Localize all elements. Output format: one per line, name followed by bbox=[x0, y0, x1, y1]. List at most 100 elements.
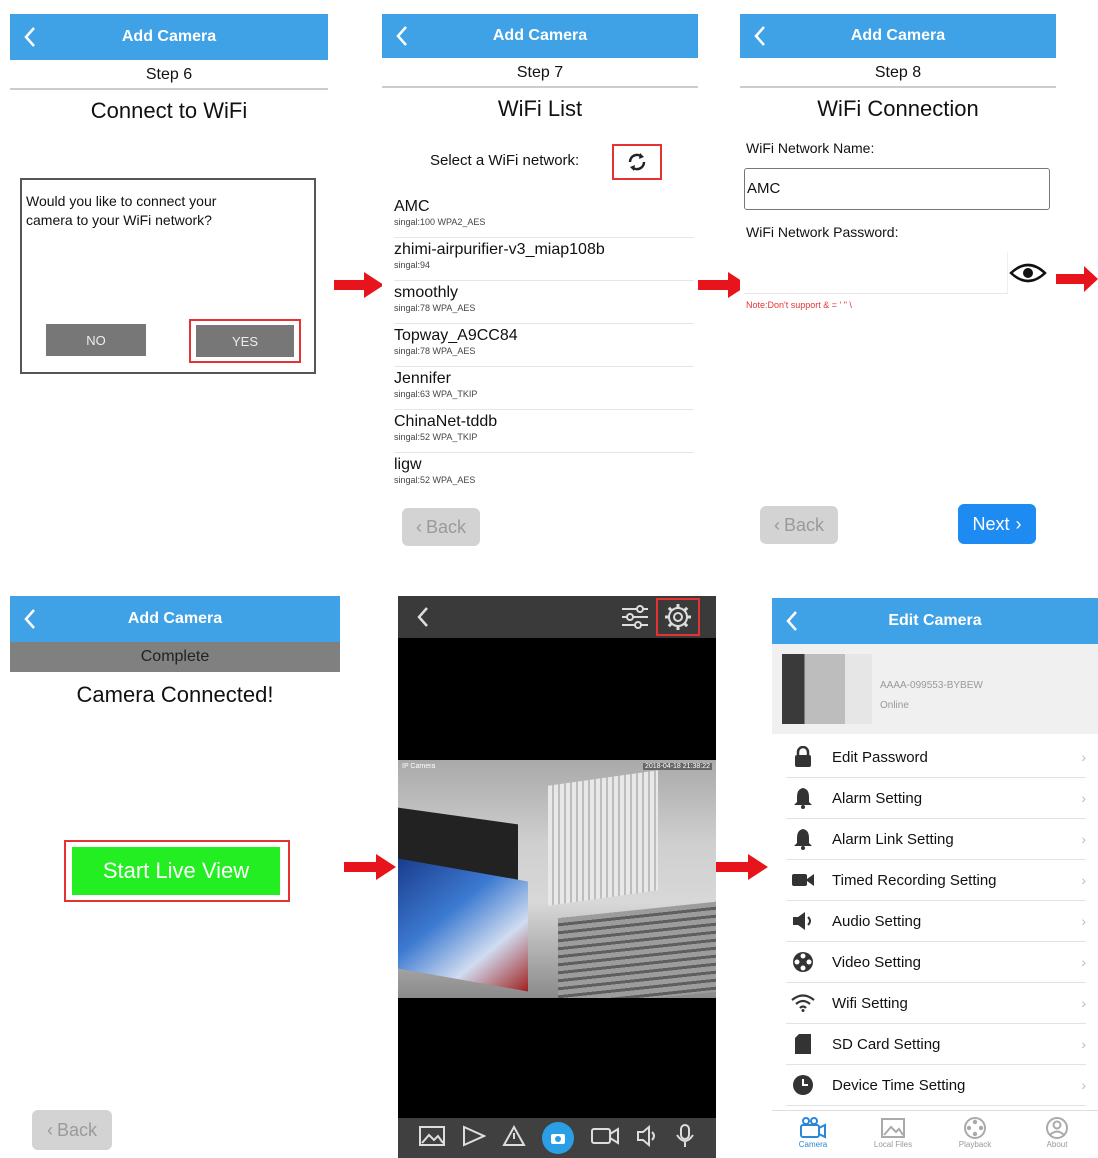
wifi-network-item[interactable]: smoothly singal:78 WPA_AES bbox=[394, 284, 694, 324]
wifi-password-field[interactable] bbox=[744, 252, 1008, 294]
microphone-icon[interactable] bbox=[674, 1123, 696, 1154]
wifi-network-item[interactable]: ligw singal:52 WPA_AES bbox=[394, 456, 694, 490]
tab-label: About bbox=[1046, 1140, 1068, 1149]
dialog-message: Would you like to connect your camera to… bbox=[26, 193, 217, 228]
start-live-view-button[interactable]: Start Live View bbox=[72, 847, 280, 895]
tab-camera[interactable]: Camera bbox=[778, 1116, 848, 1149]
alarm-icon[interactable] bbox=[502, 1124, 526, 1152]
settings-button[interactable] bbox=[656, 598, 700, 636]
flip-icon[interactable] bbox=[462, 1124, 487, 1152]
nav-title: Edit Camera bbox=[888, 612, 982, 629]
back-button-label: Back bbox=[56, 1119, 98, 1140]
back-button[interactable]: ‹ Back bbox=[402, 508, 480, 546]
password-note: Note:Don't support & = ' " \ bbox=[746, 300, 852, 310]
gear-icon bbox=[665, 604, 691, 630]
next-button-label: Next bbox=[972, 513, 1010, 534]
menu-item-label: Audio Setting bbox=[832, 912, 922, 930]
phone-live-view: IP Camera 2018-04-18 21:38:22 bbox=[398, 596, 716, 1158]
back-chevron-icon[interactable] bbox=[780, 598, 804, 644]
menu-item-label: Alarm Link Setting bbox=[832, 830, 954, 848]
snapshot-camera-icon[interactable] bbox=[542, 1122, 574, 1154]
refresh-button[interactable] bbox=[612, 144, 662, 180]
select-network-label: Select a WiFi network: bbox=[430, 152, 580, 169]
sd-card-icon bbox=[786, 1033, 820, 1055]
menu-item-alarm[interactable]: Alarm Setting › bbox=[786, 778, 1086, 819]
tab-about[interactable]: About bbox=[1022, 1116, 1092, 1149]
back-chevron-icon[interactable] bbox=[18, 596, 42, 642]
back-button-label: Back bbox=[783, 514, 825, 535]
nav-title: Add Camera bbox=[850, 27, 946, 44]
tab-local-files[interactable]: Local Files bbox=[858, 1116, 928, 1149]
record-video-icon[interactable] bbox=[590, 1125, 620, 1152]
flow-arrow-icon bbox=[716, 854, 768, 880]
wifi-name: smoothly bbox=[394, 284, 459, 301]
menu-item-video[interactable]: Video Setting › bbox=[786, 942, 1086, 983]
back-chevron-icon[interactable] bbox=[416, 606, 430, 633]
back-chevron-icon[interactable] bbox=[18, 14, 42, 60]
wifi-name: AMC bbox=[394, 198, 430, 215]
nav-title: Add Camera bbox=[121, 28, 217, 45]
live-top-bar bbox=[398, 596, 716, 638]
chevron-right-icon: › bbox=[1081, 749, 1086, 765]
film-reel-icon bbox=[786, 951, 820, 973]
tab-playback[interactable]: Playback bbox=[940, 1116, 1010, 1149]
wifi-name-field[interactable]: AMC bbox=[744, 168, 1050, 210]
eye-icon bbox=[1009, 263, 1047, 283]
wifi-network-item[interactable]: zhimi-airpurifier-v3_miap108b singal:94 bbox=[394, 241, 694, 281]
yes-button[interactable]: YES bbox=[196, 325, 294, 357]
chevron-right-icon: › bbox=[1081, 1036, 1086, 1052]
nav-bar: Add Camera bbox=[382, 14, 698, 58]
menu-item-timed-recording[interactable]: Timed Recording Setting › bbox=[786, 860, 1086, 901]
wifi-name-value: AMC bbox=[747, 180, 781, 197]
chevron-right-icon: › bbox=[1081, 995, 1086, 1011]
wifi-network-item[interactable]: Topway_A9CC84 singal:78 WPA_AES bbox=[394, 327, 694, 367]
nav-bar: Add Camera bbox=[10, 596, 340, 642]
confirm-dialog: Would you like to connect your camera to… bbox=[20, 178, 316, 374]
back-button[interactable]: ‹ Back bbox=[32, 1110, 112, 1150]
tab-label: Camera bbox=[798, 1140, 828, 1149]
chevron-right-icon: › bbox=[1081, 790, 1086, 806]
video-camera-icon bbox=[786, 872, 820, 888]
wifi-name: Jennifer bbox=[394, 370, 451, 387]
menu-item-wifi[interactable]: Wifi Setting › bbox=[786, 983, 1086, 1024]
video-overlay-right: 2018-04-18 21:38:22 bbox=[643, 763, 712, 770]
sliders-icon[interactable] bbox=[620, 604, 650, 635]
video-vent-slats bbox=[558, 901, 716, 998]
refresh-icon bbox=[628, 153, 646, 171]
back-chevron-icon[interactable] bbox=[748, 14, 772, 58]
user-icon bbox=[1046, 1117, 1068, 1139]
wifi-name: ChinaNet-tddb bbox=[394, 413, 498, 430]
wifi-network-item[interactable]: ChinaNet-tddb singal:52 WPA_TKIP bbox=[394, 413, 694, 453]
show-password-button[interactable] bbox=[1008, 258, 1048, 288]
image-icon[interactable] bbox=[418, 1125, 446, 1152]
menu-item-edit-password[interactable]: Edit Password › bbox=[786, 737, 1086, 778]
wifi-network-item[interactable]: AMC singal:100 WPA2_AES bbox=[394, 198, 694, 238]
chevron-left-icon: ‹ bbox=[415, 516, 422, 537]
wifi-name: zhimi-airpurifier-v3_miap108b bbox=[394, 241, 605, 258]
film-reel-icon bbox=[964, 1117, 986, 1139]
bell-icon bbox=[786, 787, 820, 809]
screen-title: Connect to WiFi bbox=[90, 98, 248, 123]
menu-item-sd-card[interactable]: SD Card Setting › bbox=[786, 1024, 1086, 1065]
next-button[interactable]: Next › bbox=[958, 504, 1036, 544]
menu-item-audio[interactable]: Audio Setting › bbox=[786, 901, 1086, 942]
nav-title: Add Camera bbox=[127, 610, 223, 627]
wifi-icon bbox=[786, 994, 820, 1012]
tab-label: Playback bbox=[958, 1140, 992, 1149]
video-window-fan bbox=[548, 770, 658, 906]
camera-video-feed[interactable]: IP Camera 2018-04-18 21:38:22 bbox=[398, 760, 716, 998]
camera-status: Online bbox=[880, 700, 909, 711]
no-button[interactable]: NO bbox=[46, 324, 146, 356]
video-monitor-screen bbox=[398, 858, 528, 992]
wifi-detail: singal:63 WPA_TKIP bbox=[394, 389, 478, 399]
lock-icon bbox=[786, 746, 820, 768]
menu-item-alarm-link[interactable]: Alarm Link Setting › bbox=[786, 819, 1086, 860]
wifi-network-item[interactable]: Jennifer singal:63 WPA_TKIP bbox=[394, 370, 694, 410]
phone-step8: Add Camera Step 8 WiFi Connection WiFi N… bbox=[740, 14, 1056, 550]
chevron-right-icon: › bbox=[1081, 913, 1086, 929]
back-button[interactable]: ‹ Back bbox=[760, 506, 838, 544]
tab-label: Local Files bbox=[873, 1140, 913, 1149]
menu-item-device-time[interactable]: Device Time Setting › bbox=[786, 1065, 1086, 1106]
speaker-icon[interactable] bbox=[636, 1124, 658, 1153]
back-chevron-icon[interactable] bbox=[390, 14, 414, 58]
